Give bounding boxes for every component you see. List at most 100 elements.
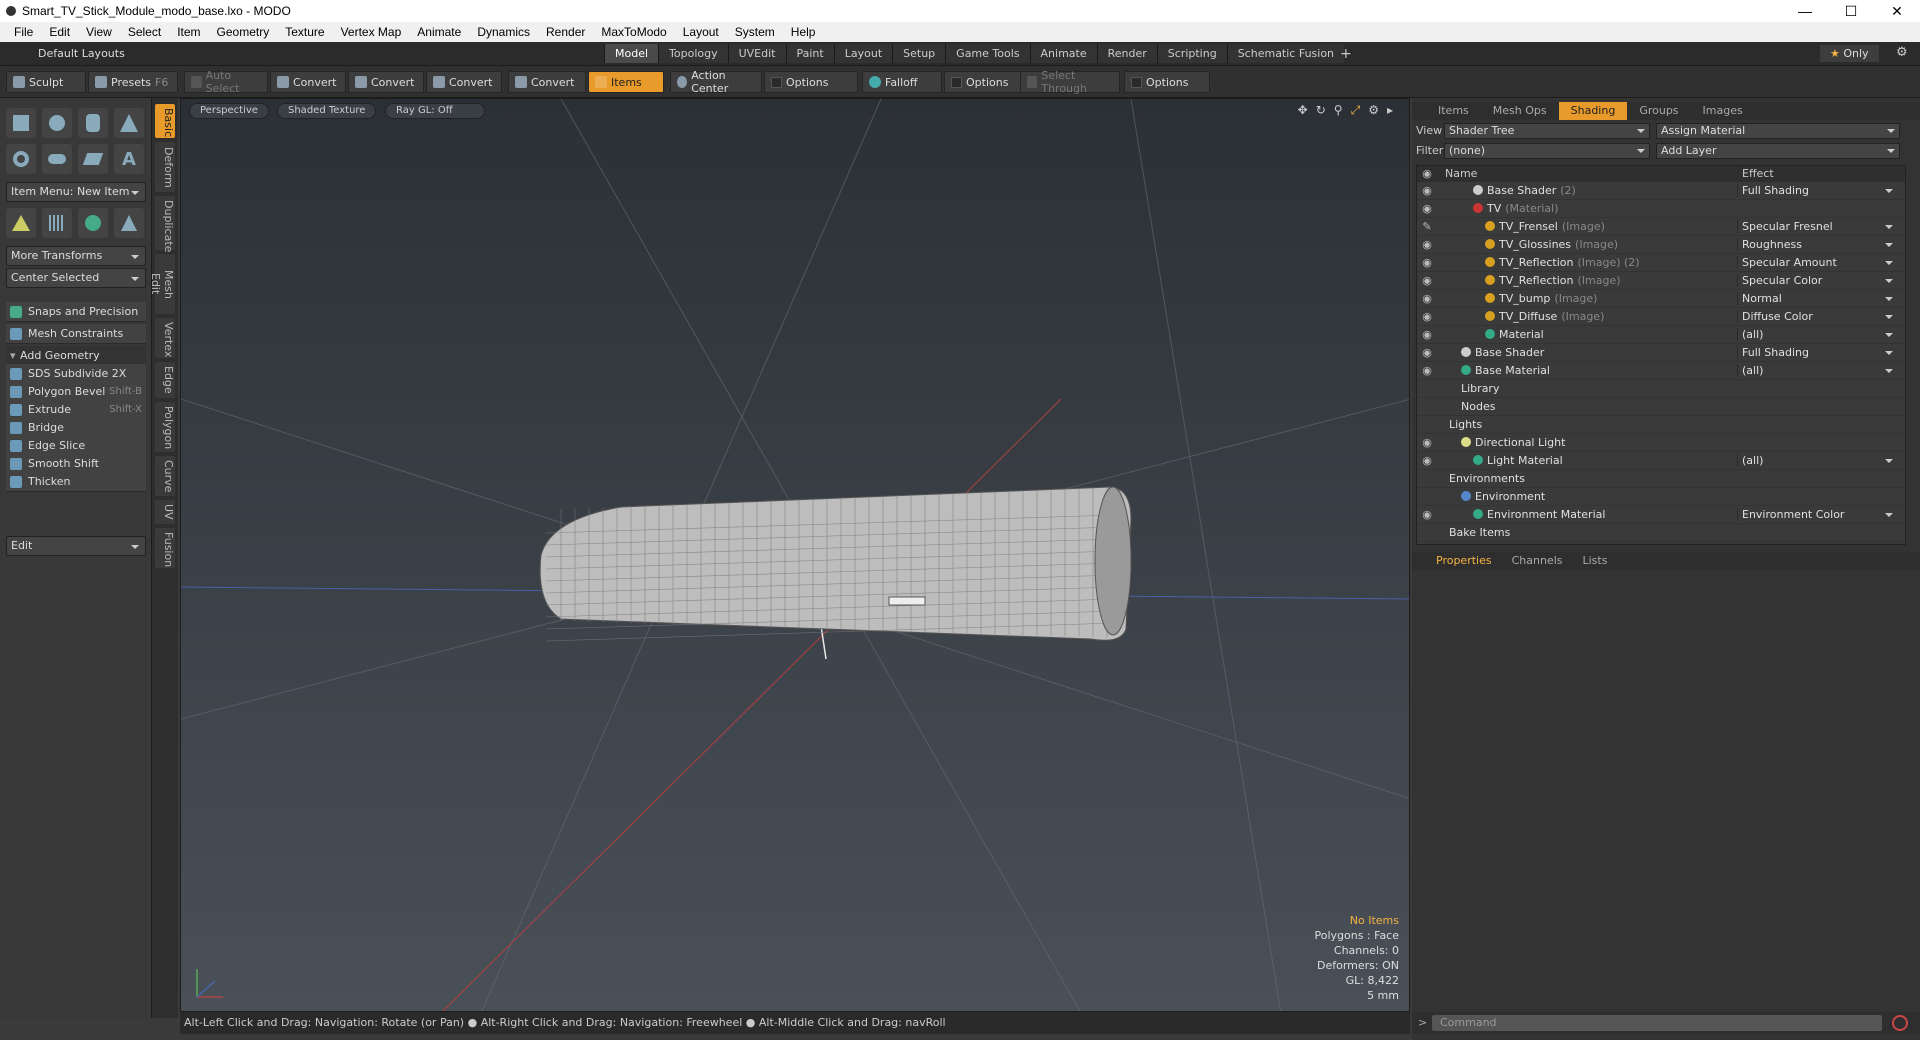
menu-view[interactable]: View xyxy=(78,25,120,39)
cube-icon[interactable] xyxy=(6,108,36,138)
tree-row[interactable]: Environments xyxy=(1417,470,1905,488)
menu-geometry[interactable]: Geometry xyxy=(209,25,278,39)
tool-thicken[interactable]: Thicken xyxy=(6,472,146,492)
only-button[interactable]: ★ Only xyxy=(1820,45,1879,62)
tree-row[interactable]: ◉ TV (Material) xyxy=(1417,200,1905,218)
visibility-icon[interactable]: ◉ xyxy=(1417,364,1437,377)
rtab-groups[interactable]: Groups xyxy=(1627,102,1690,120)
sculpt-button[interactable]: Sculpt xyxy=(6,71,86,93)
mesh-constraints-button[interactable]: Mesh Constraints xyxy=(6,324,146,344)
menu-item[interactable]: Item xyxy=(169,25,208,39)
menu-render[interactable]: Render xyxy=(538,25,593,39)
tree-row[interactable]: ◉ Base Shader (2) Full Shading xyxy=(1417,182,1905,200)
fit-icon[interactable]: ⤢ xyxy=(1351,103,1361,118)
filter-dropdown[interactable]: (none) xyxy=(1444,143,1650,159)
rtab-mesh-ops[interactable]: Mesh Ops xyxy=(1481,102,1559,120)
vtab-fusion[interactable]: Fusion xyxy=(155,528,175,568)
items-button[interactable]: Items xyxy=(588,71,664,93)
add-tab-icon[interactable]: + xyxy=(1340,46,1352,62)
visibility-icon[interactable]: ◉ xyxy=(1417,310,1437,323)
visibility-icon[interactable]: ◉ xyxy=(1417,256,1437,269)
tree-row[interactable]: ◉ Base Shader Full Shading xyxy=(1417,344,1905,362)
convert-edges-button[interactable]: Convert xyxy=(348,71,424,93)
ptab-properties[interactable]: Properties xyxy=(1426,552,1502,570)
shading-mode-button[interactable]: Shaded Texture xyxy=(277,103,377,119)
menu-system[interactable]: System xyxy=(727,25,783,39)
tree-row[interactable]: ✎ TV_Frensel (Image) Specular Fresnel xyxy=(1417,218,1905,236)
menu-help[interactable]: Help xyxy=(783,25,824,39)
pan-icon[interactable]: ✥ xyxy=(1298,103,1308,118)
rotate-icon[interactable]: ↻ xyxy=(1316,103,1326,118)
add-layer-dropdown[interactable]: Add Layer xyxy=(1656,143,1900,159)
visibility-icon[interactable]: ◉ xyxy=(1417,346,1437,359)
presets-button[interactable]: Presets F6 xyxy=(88,71,178,93)
tab-schematic-fusion[interactable]: Schematic Fusion xyxy=(1226,44,1345,63)
tree-row[interactable]: Nodes xyxy=(1417,398,1905,416)
convert-polygons-button[interactable]: Convert xyxy=(426,71,502,93)
viewport-canvas[interactable] xyxy=(181,99,1410,1012)
effect-dropdown[interactable]: Normal xyxy=(1737,292,1897,305)
tab-model[interactable]: Model xyxy=(604,44,659,63)
edit-dropdown[interactable]: Edit xyxy=(6,536,146,556)
tree-row[interactable]: Library xyxy=(1417,380,1905,398)
effect-dropdown[interactable]: (all) xyxy=(1737,328,1897,341)
sphere-icon[interactable] xyxy=(42,108,72,138)
falloff-options[interactable]: Options xyxy=(944,71,1024,93)
perspective-view-button[interactable]: Perspective xyxy=(189,103,269,119)
transform-icon[interactable] xyxy=(6,208,36,238)
layout-preset-dropdown[interactable]: Default Layouts xyxy=(38,47,125,60)
tree-row[interactable]: Lights xyxy=(1417,416,1905,434)
visibility-icon[interactable]: ✎ xyxy=(1417,220,1437,233)
effect-dropdown[interactable]: (all) xyxy=(1737,454,1897,467)
tool-extrude[interactable]: Extrude Shift-X xyxy=(6,400,146,420)
menu-layout[interactable]: Layout xyxy=(675,25,727,39)
capsule-icon[interactable] xyxy=(42,144,72,174)
rtab-items[interactable]: Items xyxy=(1426,102,1481,120)
3d-viewport[interactable]: Perspective Shaded Texture Ray GL: Off ✥… xyxy=(180,98,1410,1012)
effect-dropdown[interactable]: Diffuse Color xyxy=(1737,310,1897,323)
visibility-icon[interactable]: ◉ xyxy=(1417,454,1437,467)
close-icon[interactable]: ✕ xyxy=(1874,0,1920,22)
more-transforms-dropdown[interactable]: More Transforms xyxy=(6,246,146,266)
visibility-icon[interactable]: ◉ xyxy=(1417,238,1437,251)
tool-sds-subdivide-2x[interactable]: SDS Subdivide 2X xyxy=(6,364,146,384)
tool-smooth-shift[interactable]: Smooth Shift xyxy=(6,454,146,474)
visibility-icon[interactable]: ◉ xyxy=(1417,436,1437,449)
ptab-lists[interactable]: Lists xyxy=(1573,552,1618,570)
cylinder-icon[interactable] xyxy=(78,108,108,138)
menu-edit[interactable]: Edit xyxy=(41,25,78,39)
vtab-polygon[interactable]: Polygon xyxy=(155,402,175,452)
visibility-icon[interactable]: ◉ xyxy=(1417,202,1437,215)
auto-select-button[interactable]: Auto Select xyxy=(184,69,268,95)
center-selected-dropdown[interactable]: Center Selected xyxy=(6,268,146,288)
tree-row[interactable]: Bake Items xyxy=(1417,524,1905,542)
gear-icon[interactable]: ⚙ xyxy=(1896,45,1908,60)
rtab-shading[interactable]: Shading xyxy=(1558,102,1628,120)
visibility-icon[interactable]: ◉ xyxy=(1417,274,1437,287)
tool-edge-slice[interactable]: Edge Slice xyxy=(6,436,146,456)
tab-game-tools[interactable]: Game Tools xyxy=(945,44,1030,63)
tree-row[interactable]: Environment xyxy=(1417,488,1905,506)
tree-row[interactable]: ◉ TV_Reflection (Image) Specular Color xyxy=(1417,272,1905,290)
effect-dropdown[interactable]: Full Shading xyxy=(1737,184,1897,197)
menu-maxtomodo[interactable]: MaxToModo xyxy=(593,25,674,39)
vtab-uv[interactable]: UV xyxy=(155,500,175,524)
effect-dropdown[interactable]: Specular Amount xyxy=(1737,256,1897,269)
pen-icon[interactable] xyxy=(78,144,108,174)
record-icon[interactable] xyxy=(1892,1015,1908,1031)
convert-materials-button[interactable]: Convert xyxy=(508,71,586,93)
pyramid-icon[interactable] xyxy=(114,208,144,238)
action-center-button[interactable]: Action Center xyxy=(670,69,762,95)
grid-icon[interactable] xyxy=(42,208,72,238)
add-geometry-header[interactable]: ▾ Add Geometry xyxy=(6,346,146,366)
cone-icon[interactable] xyxy=(114,108,144,138)
tv-stick-mesh[interactable] xyxy=(539,486,1132,642)
menu-animate[interactable]: Animate xyxy=(409,25,469,39)
tab-animate[interactable]: Animate xyxy=(1029,44,1097,63)
tree-row[interactable]: ◉ TV_bump (Image) Normal xyxy=(1417,290,1905,308)
zoom-icon[interactable]: ⚲ xyxy=(1334,103,1343,118)
maximize-icon[interactable]: ☐ xyxy=(1828,0,1874,22)
visibility-icon[interactable]: ◉ xyxy=(1417,328,1437,341)
item-menu-dropdown[interactable]: Item Menu: New Item xyxy=(6,182,146,202)
options-checkbox[interactable] xyxy=(951,76,962,88)
